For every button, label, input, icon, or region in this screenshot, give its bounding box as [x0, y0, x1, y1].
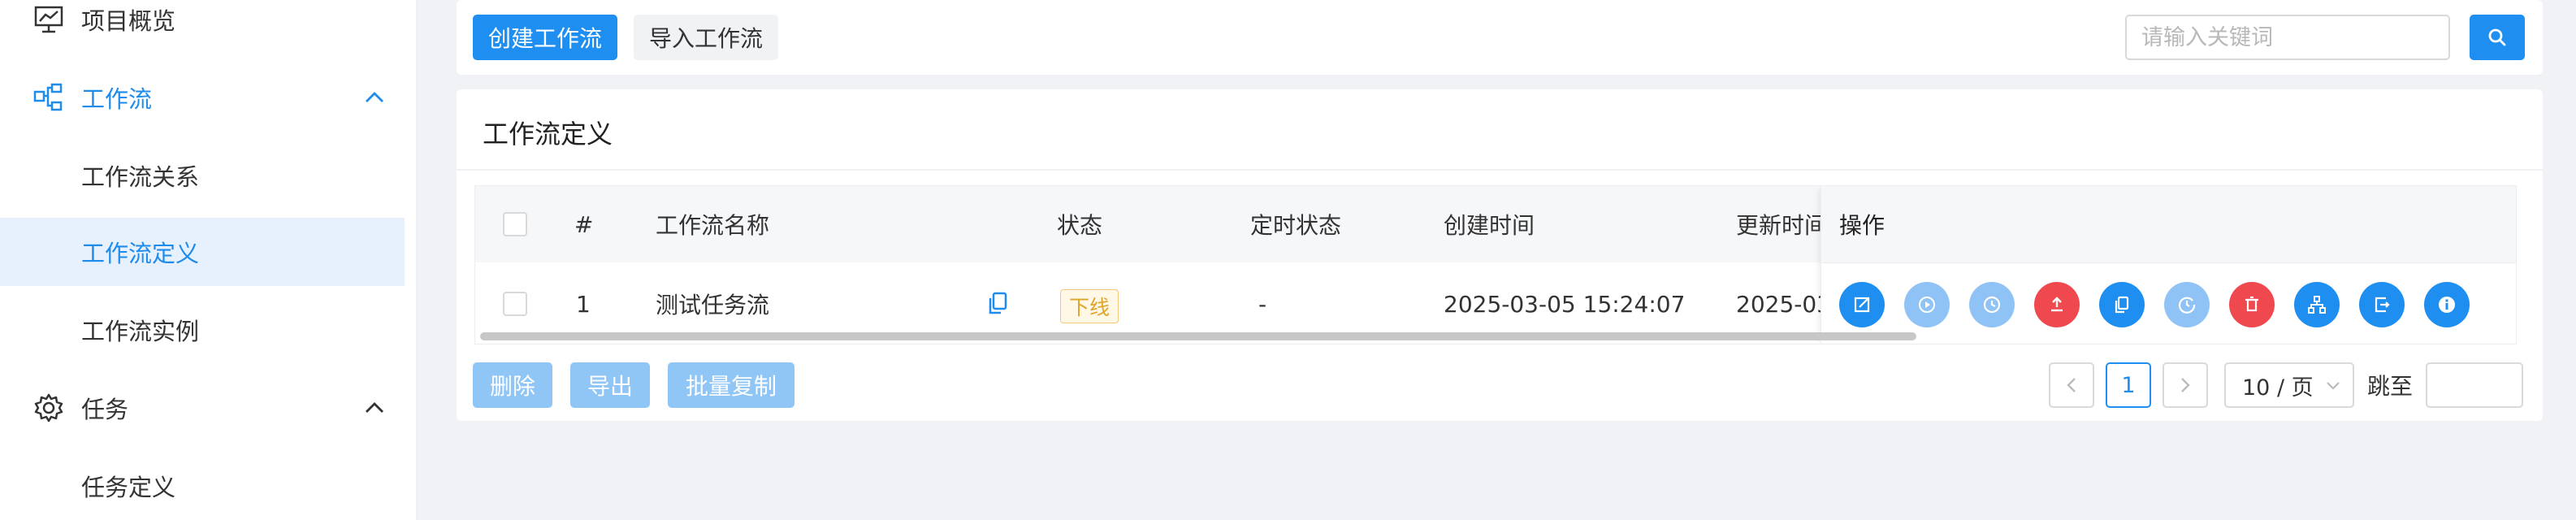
page-title: 工作流定义 [483, 119, 613, 150]
publish-button[interactable] [2034, 282, 2080, 327]
run-button[interactable] [1904, 282, 1950, 327]
timing-button[interactable] [2164, 282, 2210, 327]
chevron-left-icon [2067, 378, 2076, 392]
column-header-status: 状态 [1057, 212, 1103, 239]
copy-workflow-button[interactable] [2099, 282, 2145, 327]
divider [457, 169, 2543, 171]
select-all-checkbox[interactable] [503, 212, 527, 236]
edit-button[interactable] [1839, 282, 1885, 327]
sidebar-item-workflow-instances[interactable]: 工作流实例 [0, 296, 405, 364]
column-header-actions-cell: 操作 [1821, 186, 2516, 263]
export-workflow-button[interactable] [2359, 282, 2405, 327]
column-header-create-time: 创建时间 [1444, 212, 1535, 239]
workflow-table: # 工作流名称 状态 定时状态 创建时间 更新时间 1 测试任务流 下线 - 2… [474, 185, 2517, 344]
next-page-button[interactable] [2163, 362, 2208, 408]
schedule-button[interactable] [1969, 282, 2015, 327]
sidebar-item-task-definition[interactable]: 任务定义 [0, 452, 405, 520]
column-header-index: # [574, 210, 594, 238]
toolbar: 创建工作流 导入工作流 [457, 0, 2543, 75]
sidebar-item-workflow-relations[interactable]: 工作流关系 [0, 141, 405, 210]
upload-icon [2051, 297, 2063, 312]
status-badge: 下线 [1060, 289, 1119, 323]
jump-label: 跳至 [2367, 373, 2414, 400]
page-number-current[interactable]: 1 [2106, 362, 2151, 408]
sidebar-item-workflow-definition[interactable]: 工作流定义 [0, 218, 405, 286]
chevron-up-icon [366, 92, 383, 102]
chevron-up-icon [366, 402, 383, 413]
sidebar-item-label: 任务 [81, 396, 129, 423]
prev-page-button[interactable] [2049, 362, 2094, 408]
timer-icon [2178, 297, 2196, 314]
search-icon [2488, 28, 2506, 46]
sidebar-item-tasks[interactable]: 任务 [0, 374, 405, 442]
copy-icon [2115, 296, 2129, 314]
import-workflow-button[interactable]: 导入工作流 [634, 15, 778, 60]
chevron-right-icon [2181, 378, 2190, 392]
sidebar-item-label: 工作流关系 [81, 163, 200, 191]
sidebar-item-label: 工作流定义 [81, 240, 200, 267]
sidebar-item-workflow[interactable]: 工作流 [0, 63, 405, 132]
chevron-down-icon [2327, 382, 2340, 390]
sidebar-item-project-overview[interactable]: 项目概览 [0, 0, 405, 54]
sidebar-item-label: 工作流实例 [81, 318, 200, 345]
edit-icon [1854, 297, 1870, 313]
workflow-definition-card: 工作流定义 # 工作流名称 状态 定时状态 创建时间 更新时间 1 测试任务流 … [457, 89, 2543, 421]
dag-tree-button[interactable] [2294, 282, 2340, 327]
gear-icon [34, 393, 63, 422]
search-input[interactable] [2125, 15, 2450, 60]
delete-button[interactable] [2229, 282, 2275, 327]
row-checkbox[interactable] [503, 292, 527, 316]
tree-icon [2308, 296, 2326, 314]
column-header-schedule-status: 定时状态 [1250, 212, 1342, 239]
info-icon [2439, 297, 2455, 313]
sidebar-item-label: 项目概览 [81, 7, 176, 35]
play-icon [1919, 297, 1935, 313]
page-size-value: 10 / 页 [2242, 375, 2314, 401]
batch-export-button[interactable]: 导出 [570, 362, 650, 408]
delete-icon [2245, 296, 2258, 312]
column-header-update-time: 更新时间 [1736, 212, 1828, 239]
page-size-select[interactable]: 10 / 页 [2224, 362, 2354, 408]
search-button[interactable] [2470, 15, 2525, 60]
jump-page-input[interactable] [2426, 362, 2523, 408]
column-header-name: 工作流名称 [656, 212, 770, 239]
sidebar: 项目概览 工作流 工作流关系 工作流定义 工作流实例 任务 任务定义 [0, 0, 417, 520]
info-button[interactable] [2424, 282, 2470, 327]
batch-delete-button[interactable]: 删除 [473, 362, 552, 408]
batch-copy-button[interactable]: 批量复制 [668, 362, 794, 408]
sidebar-item-label: 工作流 [81, 85, 153, 113]
operations-column: 操作 [1821, 186, 2516, 344]
create-workflow-button[interactable]: 创建工作流 [473, 15, 617, 60]
clock-icon [1983, 296, 2001, 314]
export-icon [2375, 297, 2390, 313]
horizontal-scrollbar[interactable] [480, 332, 1916, 340]
monitor-chart-icon [34, 6, 63, 33]
workflow-icon [33, 83, 63, 111]
column-header-actions: 操作 [1839, 212, 1885, 239]
sidebar-item-label: 任务定义 [81, 474, 176, 501]
copy-name-icon[interactable] [987, 292, 1008, 316]
